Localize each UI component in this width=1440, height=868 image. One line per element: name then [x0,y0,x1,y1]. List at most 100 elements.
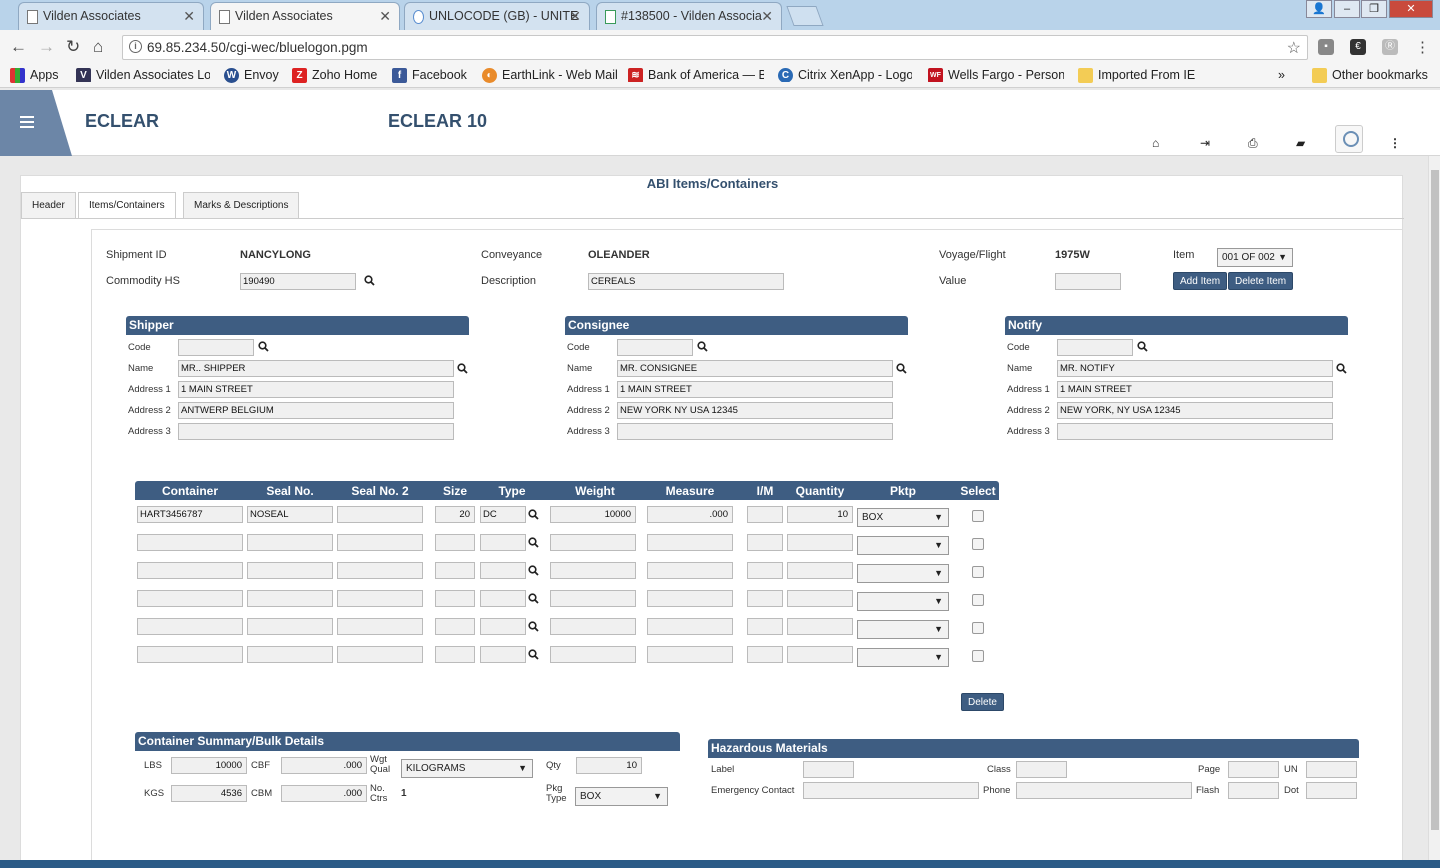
consignee-address2-input[interactable]: NEW YORK NY USA 12345 [617,402,893,419]
home-icon[interactable]: ⌂ [93,37,103,57]
type-cell-input[interactable] [480,534,526,551]
seal-cell-input[interactable] [247,534,333,551]
window-close-button[interactable]: ✕ [1389,0,1433,18]
close-icon[interactable]: ✕ [761,8,773,25]
size-cell-input[interactable]: 20 [435,506,475,523]
extension-icon[interactable]: € [1350,39,1366,55]
new-tab-button[interactable] [786,6,824,26]
search-icon[interactable] [896,363,907,374]
delete-rows-button[interactable]: Delete [961,693,1004,711]
bookmark-item[interactable]: C Citrix XenApp - Logo [778,68,912,82]
measure-cell-input[interactable] [647,534,733,551]
hazmat-phone-input[interactable] [1016,782,1192,799]
type-cell-input[interactable]: DC [480,506,526,523]
notify-address3-input[interactable] [1057,423,1333,440]
bookmark-item[interactable]: ◐ EarthLink - Web Mail [482,68,618,83]
shipper-address3-input[interactable] [178,423,454,440]
quantity-cell-input[interactable] [787,618,853,635]
search-icon[interactable] [528,593,539,604]
hazmat-un-input[interactable] [1306,761,1357,778]
user-profile-icon[interactable]: 👤 [1306,0,1332,18]
close-icon[interactable]: ✕ [379,8,391,25]
consignee-address3-input[interactable] [617,423,893,440]
more-bookmarks-chevron[interactable]: » [1278,68,1285,82]
pktp-select[interactable]: ▼ [857,620,949,639]
seal2-cell-input[interactable] [337,534,423,551]
search-icon[interactable] [528,649,539,660]
pktp-select[interactable]: ▼ [857,536,949,555]
hazmat-page-input[interactable] [1228,761,1279,778]
weight-cell-input[interactable] [550,618,636,635]
book-icon[interactable]: ▰ [1296,136,1305,150]
select-checkbox[interactable] [972,594,984,606]
back-arrow-icon[interactable]: ← [10,37,27,57]
container-cell-input[interactable] [137,618,243,635]
seal2-cell-input[interactable] [337,590,423,607]
type-cell-input[interactable] [480,590,526,607]
site-info-icon[interactable]: i [129,40,142,53]
chrome-menu-icon[interactable]: ⋮ [1415,38,1430,56]
maximize-button[interactable]: ❐ [1361,0,1387,18]
item-select[interactable]: 001 OF 002 ▼ [1217,248,1293,267]
seal-cell-input[interactable] [247,562,333,579]
extension-icon[interactable]: ▪ [1318,39,1334,55]
hazmat-flash-input[interactable] [1228,782,1279,799]
im-cell-input[interactable] [747,618,783,635]
close-icon[interactable]: ✕ [183,8,195,25]
im-cell-input[interactable] [747,646,783,663]
qty-input[interactable]: 10 [576,757,642,774]
browser-tab-active[interactable]: Vilden Associates ✕ [210,2,400,30]
select-checkbox[interactable] [972,510,984,522]
menu-toggle[interactable] [0,90,72,156]
seal2-cell-input[interactable] [337,618,423,635]
select-checkbox[interactable] [972,622,984,634]
type-cell-input[interactable] [480,646,526,663]
search-icon[interactable] [1336,363,1347,374]
pktp-select[interactable]: BOX ▼ [857,508,949,527]
bookmark-apps[interactable]: Apps [10,68,59,83]
description-input[interactable]: CEREALS [588,273,784,290]
container-cell-input[interactable] [137,534,243,551]
minimize-button[interactable]: – [1334,0,1360,18]
search-icon[interactable] [258,341,269,352]
hazmat-class-input[interactable] [1016,761,1067,778]
seal-cell-input[interactable] [247,646,333,663]
size-cell-input[interactable] [435,590,475,607]
hazmat-dot-input[interactable] [1306,782,1357,799]
logout-icon[interactable]: ⇥ [1200,136,1210,150]
search-icon[interactable] [364,275,375,286]
home-icon[interactable]: ⌂ [1152,136,1159,150]
bookmark-star-icon[interactable]: ☆ [1287,38,1301,58]
hazmat-label-input[interactable] [803,761,854,778]
weight-cell-input[interactable] [550,646,636,663]
select-checkbox[interactable] [972,566,984,578]
consignee-address1-input[interactable]: 1 MAIN STREET [617,381,893,398]
weight-cell-input[interactable] [550,562,636,579]
emergency-contact-input[interactable] [803,782,979,799]
quantity-cell-input[interactable] [787,562,853,579]
cbm-input[interactable]: .000 [281,785,367,802]
im-cell-input[interactable] [747,506,783,523]
browser-tab[interactable]: Vilden Associates ✕ [18,2,204,30]
bookmark-item[interactable]: W Envoy [224,68,279,83]
url-bar[interactable]: i 69.85.234.50/cgi-wec/bluelogon.pgm ☆ [122,35,1308,60]
size-cell-input[interactable] [435,534,475,551]
container-cell-input[interactable] [137,646,243,663]
im-cell-input[interactable] [747,534,783,551]
measure-cell-input[interactable] [647,618,733,635]
search-icon[interactable] [528,509,539,520]
pktp-select[interactable]: ▼ [857,648,949,667]
weight-cell-input[interactable] [550,590,636,607]
search-icon[interactable] [528,537,539,548]
notify-code-input[interactable] [1057,339,1133,356]
forward-arrow-icon[interactable]: → [38,37,55,57]
type-cell-input[interactable] [480,618,526,635]
measure-cell-input[interactable] [647,562,733,579]
size-cell-input[interactable] [435,562,475,579]
container-cell-input[interactable]: HART3456787 [137,506,243,523]
container-cell-input[interactable] [137,562,243,579]
shipper-address2-input[interactable]: ANTWERP BELGIUM [178,402,454,419]
seal-cell-input[interactable]: NOSEAL [247,506,333,523]
quantity-cell-input[interactable] [787,646,853,663]
consignee-name-input[interactable]: MR. CONSIGNEE [617,360,893,377]
